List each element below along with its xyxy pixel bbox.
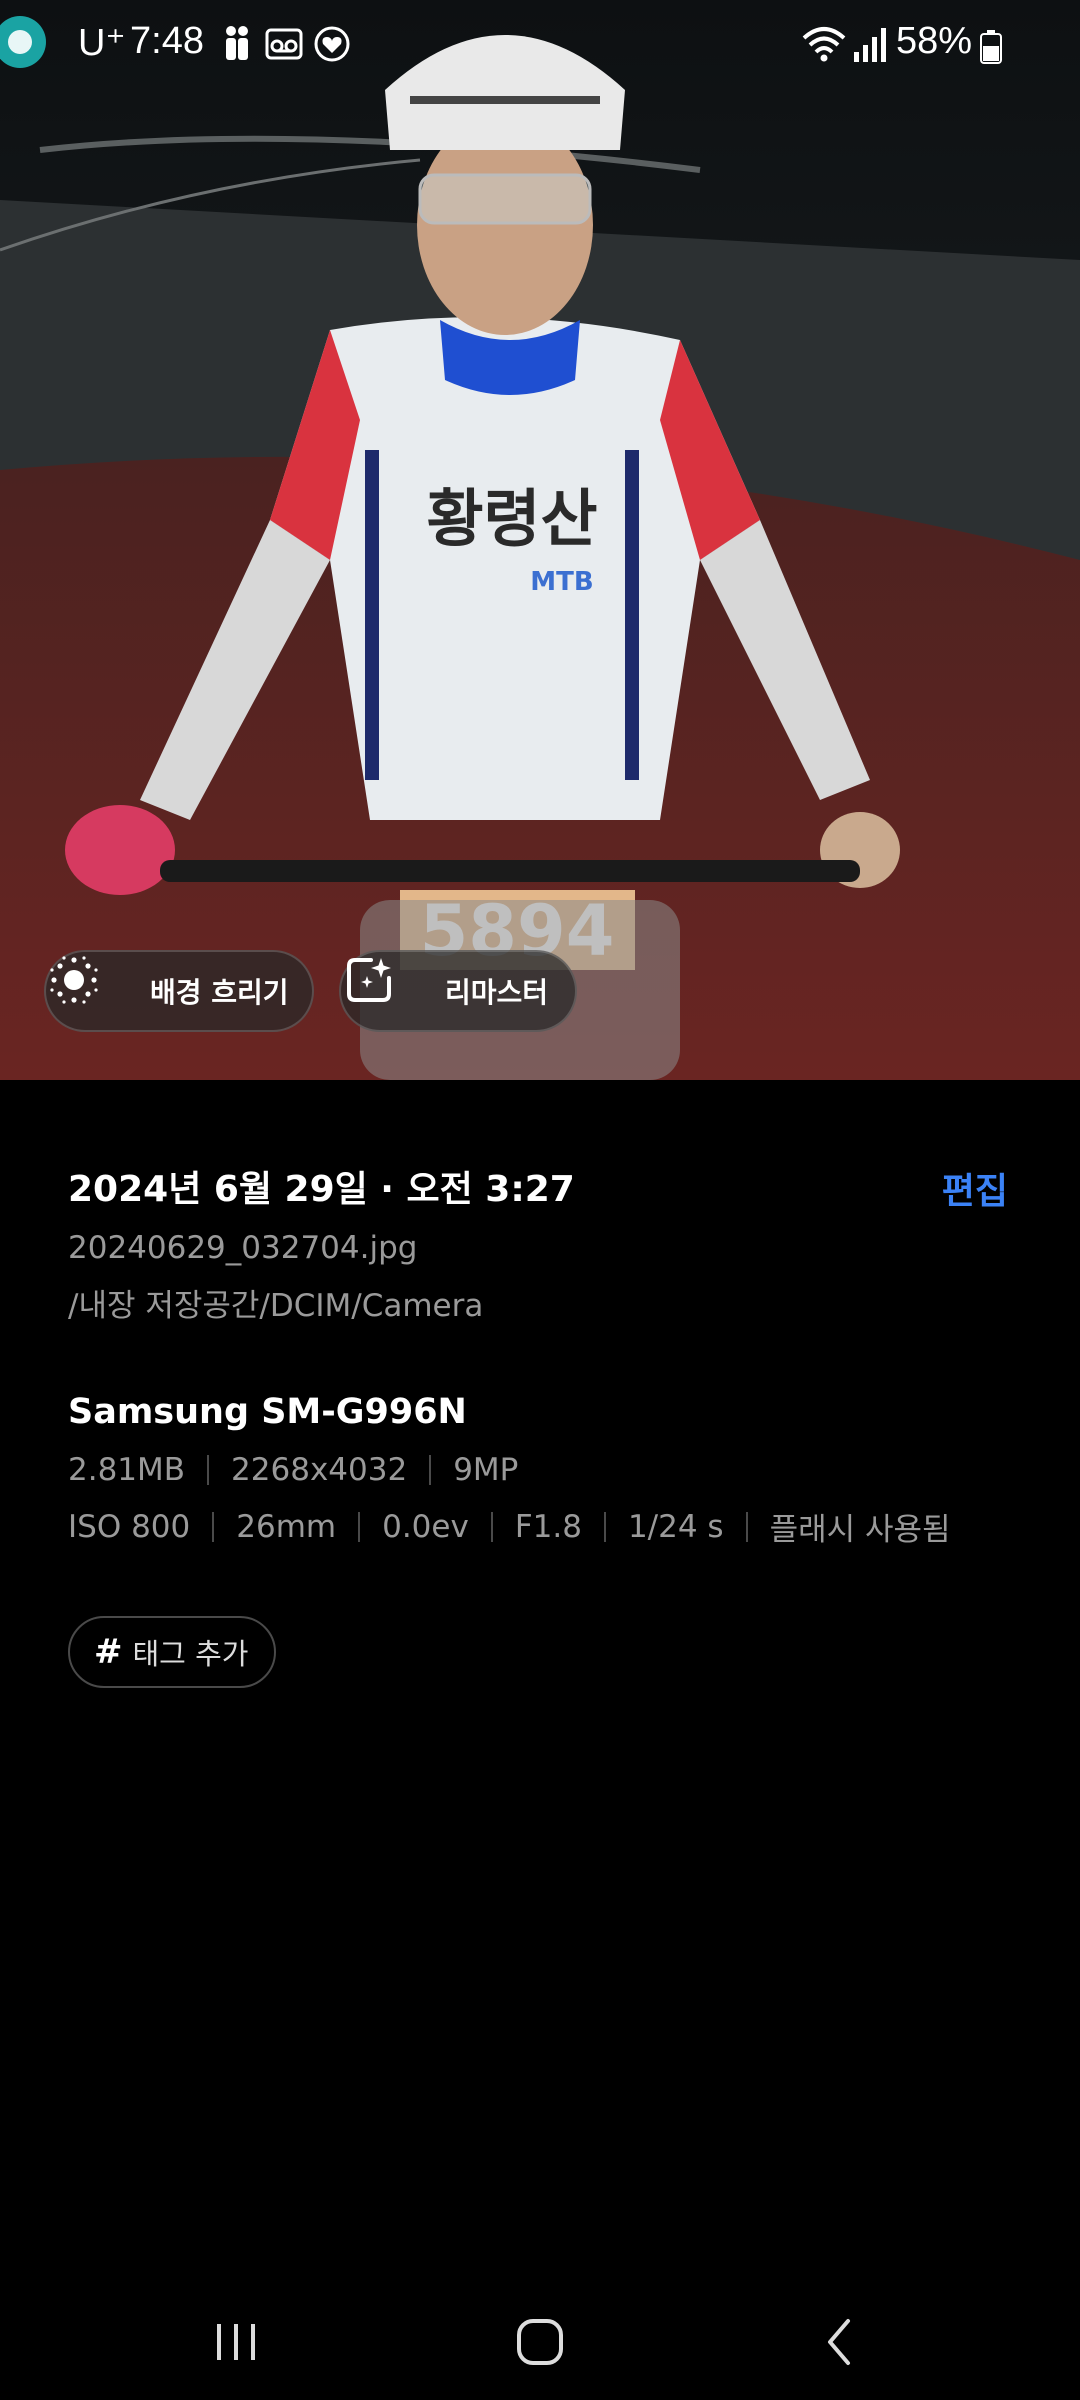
signal-icon xyxy=(854,28,886,62)
file-path: /내장 저장공간/DCIM/Camera xyxy=(68,1288,484,1324)
status-bar: U⁺ 7:48 58% xyxy=(0,0,1080,92)
photo-viewer[interactable]: 5894 황령산 MTB 배경 흐리기 xyxy=(0,0,1080,1080)
remaster-button[interactable]: 리마스터 xyxy=(339,950,577,1032)
divider xyxy=(603,1511,606,1542)
shutter-speed: 1/24 s xyxy=(627,1508,724,1545)
exposure-value: 0.0ev xyxy=(382,1508,469,1545)
divider xyxy=(490,1511,493,1542)
file-size: 2.81MB xyxy=(68,1452,186,1488)
aperture: F1.8 xyxy=(514,1508,582,1545)
voicemail-icon xyxy=(265,28,303,60)
heart-icon xyxy=(314,26,350,62)
home-icon xyxy=(517,2319,563,2365)
iso-value: ISO 800 xyxy=(68,1508,191,1545)
remaster-icon xyxy=(347,958,421,1019)
background-blur-button[interactable]: 배경 흐리기 xyxy=(44,950,314,1032)
add-tag-button[interactable]: # 태그 추가 xyxy=(68,1616,277,1688)
hashtag-icon: # xyxy=(94,1632,123,1672)
focal-length: 26mm xyxy=(236,1508,337,1545)
background-blur-label: 배경 흐리기 xyxy=(150,976,289,1009)
divider xyxy=(358,1511,361,1542)
add-tag-label: 태그 추가 xyxy=(132,1637,249,1671)
divider xyxy=(429,1455,432,1485)
file-size-row: 2.81MB 2268x4032 9MP xyxy=(68,1452,518,1488)
status-time: 7:48 xyxy=(130,20,204,62)
jersey-sub: MTB xyxy=(530,567,593,597)
recent-apps-icon xyxy=(217,2324,255,2360)
divider xyxy=(207,1455,210,1485)
photo-date: 2024년 6월 29일 · 오전 3:27 xyxy=(68,1169,575,1210)
carrier-label: U⁺ xyxy=(78,22,126,64)
navigation-bar xyxy=(0,2280,1080,2400)
resolution: 2268x4032 xyxy=(231,1452,408,1488)
megapixels: 9MP xyxy=(453,1452,519,1488)
app-notification-icon xyxy=(0,16,46,68)
background-blur-icon xyxy=(50,956,126,1019)
battery-percent: 58% xyxy=(896,20,973,62)
people-icon xyxy=(226,26,248,60)
home-button[interactable] xyxy=(500,2310,580,2374)
recent-apps-button[interactable] xyxy=(196,2310,276,2374)
file-name: 20240629_032704.jpg xyxy=(68,1230,418,1266)
exif-row: ISO 800 26mm 0.0ev F1.8 1/24 s 플래시 사용됨 xyxy=(68,1504,951,1549)
back-icon xyxy=(828,2319,850,2365)
jersey-text: 황령산 xyxy=(426,482,597,555)
cyclist-photo: 5894 황령산 MTB xyxy=(0,0,1080,1080)
flash-status: 플래시 사용됨 xyxy=(769,1512,951,1548)
divider xyxy=(212,1511,215,1542)
remaster-label: 리마스터 xyxy=(445,976,549,1009)
battery-icon xyxy=(980,30,1002,64)
divider xyxy=(745,1511,748,1542)
back-button[interactable] xyxy=(800,2310,880,2374)
edit-details-button[interactable]: 편집 xyxy=(942,1162,1008,1214)
device-model: Samsung SM-G996N xyxy=(68,1392,467,1432)
wifi-icon xyxy=(802,27,846,62)
